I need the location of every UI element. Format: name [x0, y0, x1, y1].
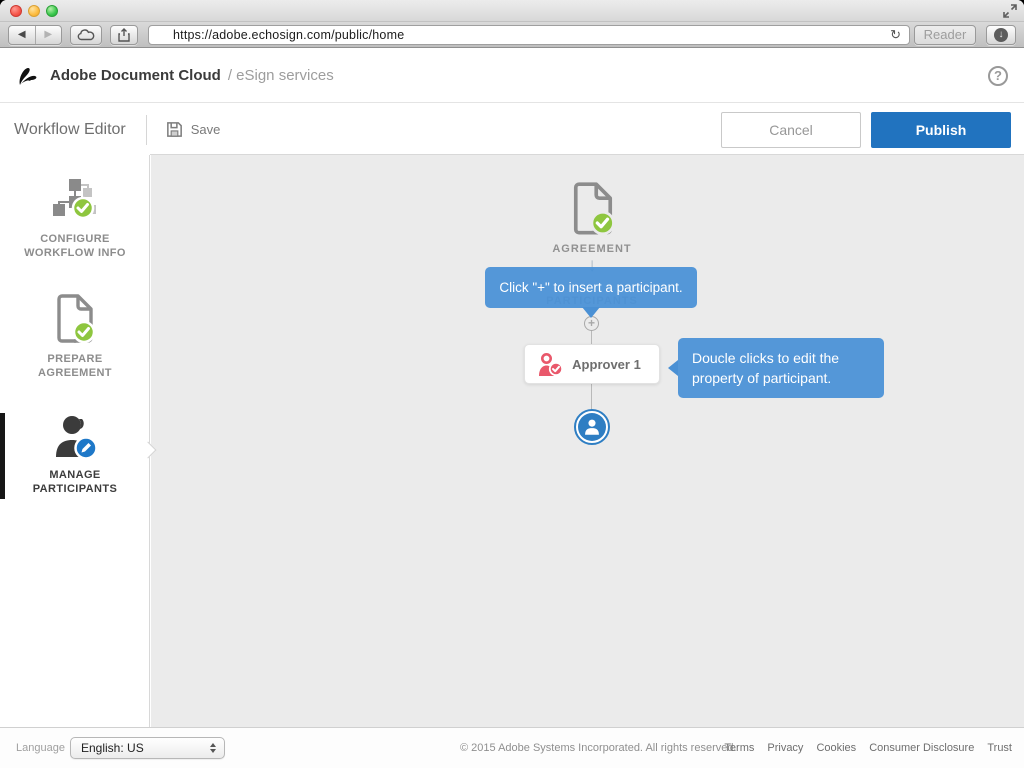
sidebar-item-manage-participants[interactable]: MANAGE PARTICIPANTS	[0, 413, 150, 497]
steps-sidebar: CONFIGURE WORKFLOW INFO PREPARE AGREEMEN…	[0, 155, 150, 727]
nav-buttons: ◀ ▶	[8, 25, 62, 45]
tooltip-tail	[668, 360, 678, 376]
agreement-node[interactable]	[570, 181, 616, 237]
fullscreen-icon[interactable]	[1002, 3, 1018, 19]
sidebar-item-label: CONFIGURE WORKFLOW INFO	[24, 233, 126, 261]
browser-window: ◀ ▶ https://adobe.echosign.com/public/ho…	[0, 0, 1024, 768]
link-cookies[interactable]: Cookies	[816, 742, 856, 754]
sidebar-item-label: MANAGE PARTICIPANTS	[33, 469, 117, 497]
link-consumer-disclosure[interactable]: Consumer Disclosure	[869, 742, 974, 754]
participant-card[interactable]: Approver 1	[524, 344, 660, 384]
workflow-canvas: AGREEMENT ↓ PARTICIPANTS + Click "+" to …	[151, 155, 1024, 727]
language-value: English: US	[81, 741, 144, 755]
url-text[interactable]: https://adobe.echosign.com/public/home	[173, 28, 888, 42]
sidebar-item-prepare-agreement[interactable]: PREPARE AGREEMENT	[0, 293, 150, 381]
help-icon: ?	[994, 68, 1002, 83]
footer-links: Terms Privacy Cookies Consumer Disclosur…	[724, 742, 1012, 754]
language-label: Language	[16, 742, 65, 754]
download-icon: ↓	[994, 28, 1008, 42]
brand-title: Adobe Document Cloud	[50, 67, 221, 84]
select-stepper-icon	[210, 743, 216, 753]
help-button[interactable]: ?	[988, 66, 1008, 86]
forward-icon[interactable]: ▶	[36, 26, 62, 44]
edit-participant-tooltip: Doucle clicks to edit the property of pa…	[678, 338, 884, 398]
tooltip-tail	[582, 307, 600, 318]
plus-icon: +	[588, 316, 595, 330]
reader-button[interactable]: Reader	[914, 25, 976, 45]
approver-icon	[537, 352, 564, 377]
participant-name: Approver 1	[564, 357, 649, 372]
agreement-label: AGREEMENT	[482, 243, 702, 255]
participant-edit-icon	[51, 413, 99, 461]
zoom-window-button[interactable]	[46, 5, 58, 17]
browser-toolbar: ◀ ▶ https://adobe.echosign.com/public/ho…	[0, 22, 1024, 48]
reload-icon[interactable]: ↻	[888, 28, 903, 41]
editor-toolbar: Workflow Editor Save Cancel Publish	[0, 104, 1024, 155]
link-trust[interactable]: Trust	[987, 742, 1012, 754]
downloads-button[interactable]: ↓	[986, 25, 1016, 45]
close-window-button[interactable]	[10, 5, 22, 17]
minimize-window-button[interactable]	[28, 5, 40, 17]
share-button[interactable]	[110, 25, 138, 45]
cloud-icon	[77, 29, 95, 41]
document-icon	[52, 293, 98, 345]
insert-participant-tooltip: Click "+" to insert a participant.	[485, 267, 697, 308]
workflow-icon	[51, 177, 99, 225]
sidebar-item-configure-workflow-info[interactable]: CONFIGURE WORKFLOW INFO	[0, 177, 150, 261]
insert-tooltip-text: Click "+" to insert a participant.	[499, 280, 682, 295]
cancel-button[interactable]: Cancel	[721, 112, 861, 148]
brand-subtitle: / eSign services	[228, 67, 334, 84]
connector-line	[591, 384, 592, 411]
titlebar	[0, 0, 1024, 22]
active-step-indicator	[0, 413, 5, 499]
address-bar[interactable]: https://adobe.echosign.com/public/home ↻	[148, 25, 910, 45]
publish-button[interactable]: Publish	[871, 112, 1011, 148]
sidebar-item-label: PREPARE AGREEMENT	[38, 353, 112, 381]
adobe-logo-icon	[16, 64, 40, 88]
person-circle-icon	[578, 413, 606, 441]
save-label: Save	[191, 122, 221, 137]
insert-participant-button[interactable]: +	[584, 316, 599, 331]
footer: Language English: US © 2015 Adobe System…	[0, 727, 1024, 768]
app-header: Adobe Document Cloud / eSign services ?	[0, 49, 1024, 103]
back-icon[interactable]: ◀	[9, 26, 36, 44]
language-select[interactable]: English: US	[70, 737, 225, 759]
share-icon	[117, 28, 131, 42]
copyright-text: © 2015 Adobe Systems Incorporated. All r…	[460, 742, 737, 754]
page-title: Workflow Editor	[14, 121, 126, 139]
save-icon	[165, 120, 184, 139]
toolbar-divider	[146, 115, 147, 145]
link-terms[interactable]: Terms	[724, 742, 754, 754]
agreement-document-icon	[570, 181, 616, 237]
save-button[interactable]: Save	[165, 120, 221, 139]
end-participant-node[interactable]	[574, 409, 610, 445]
link-privacy[interactable]: Privacy	[767, 742, 803, 754]
icloud-tabs-button[interactable]	[70, 25, 102, 45]
edit-tooltip-text: Doucle clicks to edit the property of pa…	[692, 350, 839, 386]
